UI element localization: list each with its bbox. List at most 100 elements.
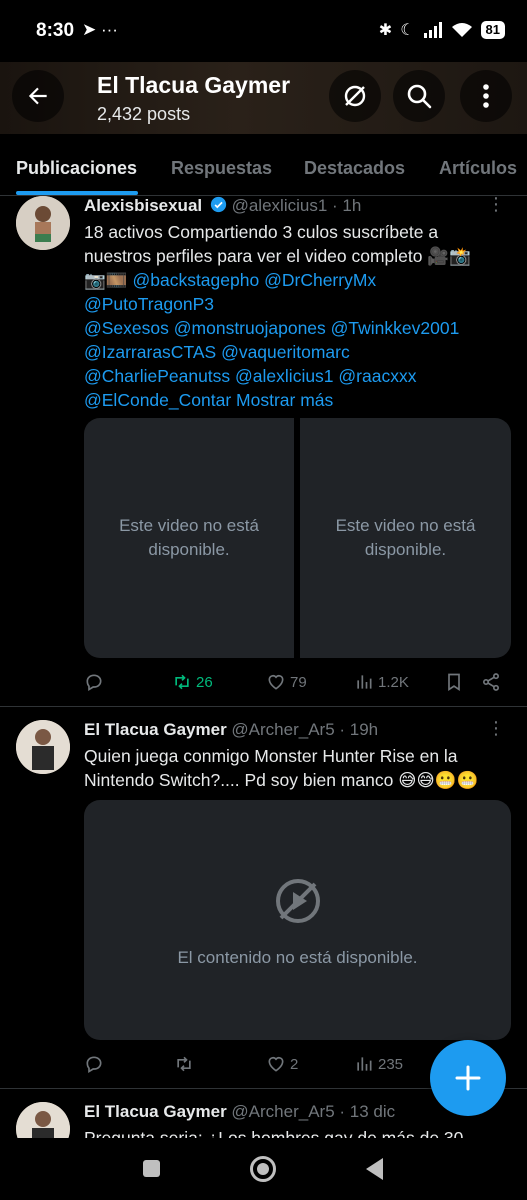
mention-link[interactable]: @PutoTragonP3 (84, 294, 214, 314)
mention-link[interactable]: @backstagepho (132, 270, 259, 290)
video-placeholder[interactable]: Este video no está disponible. (84, 418, 294, 658)
avatar-image (16, 196, 70, 250)
more-options-button[interactable] (460, 70, 512, 122)
retweet-icon (177, 1056, 191, 1072)
mention-link[interactable]: @DrCherryMx (264, 270, 376, 290)
avatar[interactable] (16, 1102, 70, 1138)
wifi-icon (451, 23, 472, 37)
avatar[interactable] (16, 720, 70, 774)
media-unavailable-icon (276, 879, 320, 923)
reply-icon (86, 1056, 102, 1073)
view-count: 235 (378, 1055, 404, 1073)
mention-link[interactable]: @alexlicius1 (235, 366, 334, 386)
arrow-left-icon (28, 87, 47, 105)
mention-link[interactable]: @monstruojapones (174, 318, 326, 338)
back-button[interactable] (12, 70, 64, 122)
reply-button[interactable] (84, 672, 104, 692)
recent-apps-button[interactable] (143, 1160, 160, 1177)
status-bar: 8:30 ➤ ··· ✱ ☾ 81 (0, 0, 527, 62)
eye-off-icon (344, 85, 366, 107)
reply-icon (86, 674, 102, 691)
tweet-more-icon[interactable]: ⋮ (487, 718, 505, 739)
profile-tabs: Publicaciones Respuestas Destacados Artí… (0, 134, 527, 196)
tweet-author-row: El Tlacua Gaymer @Archer_Ar5 · 13 dic (84, 1102, 395, 1122)
compose-button[interactable] (430, 1040, 506, 1116)
mention-link[interactable]: @vaqueritomarc (221, 342, 350, 362)
bookmark-button[interactable] (444, 672, 464, 692)
tweet-author-row: El Tlacua Gaymer @Archer_Ar5 · 19h (84, 720, 378, 740)
show-more-link[interactable]: Mostrar más (236, 390, 333, 410)
home-button[interactable] (250, 1156, 276, 1182)
mention-link[interactable]: @Sexesos (84, 318, 169, 338)
tweet-text: Pregunta seria: ¿Los hombres gay de más … (84, 1126, 504, 1138)
retweet-count: 26 (196, 673, 213, 691)
tweet-divider (0, 706, 527, 707)
mention-link[interactable]: @ElConde_Contar (84, 390, 231, 410)
author-handle[interactable]: @Archer_Ar5 · 13 dic (231, 1102, 395, 1121)
tab-articulos[interactable]: Artículos (439, 158, 517, 179)
active-tab-indicator (16, 191, 138, 195)
mention-link[interactable]: @raacxxx (338, 366, 416, 386)
retweet-button[interactable]: 26 (172, 672, 213, 692)
posts-count: 2,432 posts (97, 104, 191, 124)
status-time: 8:30 (36, 20, 75, 41)
system-back-button[interactable] (366, 1158, 383, 1180)
tweet-text-line: Quien juega conmigo Monster Hunter Rise … (84, 746, 458, 766)
like-count: 79 (290, 673, 307, 691)
search-button[interactable] (393, 70, 445, 122)
views-button[interactable]: 1.2K (354, 672, 409, 692)
tweet-text-line: 18 activos Compartiendo 3 culos suscríbe… (84, 222, 439, 242)
plus-icon (455, 1065, 481, 1091)
tweet-text-line: Nintendo Switch?.... Pd soy bien manco 😅… (84, 770, 479, 790)
tweet-more-icon[interactable]: ⋮ (487, 194, 505, 215)
status-right-icons: ✱ ☾ 81 (379, 20, 505, 40)
video-unavailable-text: Este video no está disponible. (335, 516, 476, 559)
video-unavailable-text: Este video no está disponible. (119, 516, 259, 559)
tweet-actions: 26 79 1.2K (84, 672, 504, 696)
mention-link[interactable]: @IzarrarasCTAS (84, 342, 216, 362)
like-button[interactable]: 2 (266, 1054, 298, 1074)
tweet[interactable]: Alexisbisexual @alexlicius1 · 1h ⋮ 18 ac… (0, 194, 527, 706)
profile-header: El Tlacua Gaymer 2,432 posts (0, 62, 527, 134)
mention-link[interactable]: @CharliePeanutss (84, 366, 230, 386)
like-button[interactable]: 79 (266, 672, 307, 692)
heart-icon (268, 674, 284, 690)
video-placeholder[interactable]: Este video no está disponible. (300, 418, 511, 658)
status-notification-icons: ➤ ··· (82, 20, 118, 39)
author-handle[interactable]: @Archer_Ar5 · 19h (231, 720, 378, 739)
do-not-disturb-icon: ☾ (400, 22, 415, 39)
tab-destacados[interactable]: Destacados (304, 158, 405, 179)
author-name[interactable]: El Tlacua Gaymer (84, 720, 227, 739)
bookmark-icon (448, 673, 460, 692)
tweet-text: Quien juega conmigo Monster Hunter Rise … (84, 744, 504, 792)
author-handle[interactable]: @alexlicius1 · 1h (232, 196, 362, 215)
retweet-icon (175, 674, 189, 690)
tab-respuestas[interactable]: Respuestas (171, 158, 272, 179)
retweet-button[interactable] (174, 1054, 194, 1074)
tweet[interactable]: El Tlacua Gaymer @Archer_Ar5 · 19h ⋮ Qui… (0, 718, 527, 1084)
tweet-emojis: 📷🎞️ (84, 270, 128, 290)
search-icon (407, 84, 432, 109)
signal-icon (423, 22, 442, 38)
tab-publicaciones[interactable]: Publicaciones (16, 158, 137, 179)
views-button[interactable]: 235 (354, 1054, 403, 1074)
author-name[interactable]: El Tlacua Gaymer (84, 1102, 227, 1121)
share-icon (483, 673, 499, 691)
reply-button[interactable] (84, 1054, 104, 1074)
heart-icon (268, 1056, 284, 1072)
tweet-text: 18 activos Compartiendo 3 culos suscríbe… (84, 220, 504, 412)
view-count: 1.2K (378, 673, 409, 691)
mention-link[interactable]: @Twinkkev2001 (331, 318, 460, 338)
tweet-text-line: nuestros perfiles para ver el video comp… (84, 246, 471, 266)
bluetooth-icon: ✱ (378, 22, 393, 39)
hide-media-button[interactable] (329, 70, 381, 122)
avatar-image (16, 720, 70, 774)
views-chart-icon (357, 675, 372, 689)
views-chart-icon (357, 1057, 372, 1071)
media-placeholder[interactable]: El contenido no está disponible. (84, 800, 511, 1040)
avatar[interactable] (16, 196, 70, 250)
share-button[interactable] (481, 672, 501, 692)
author-name[interactable]: Alexisbisexual (84, 196, 202, 215)
system-nav-bar (0, 1138, 527, 1200)
content-unavailable-text: El contenido no está disponible. (177, 948, 418, 967)
